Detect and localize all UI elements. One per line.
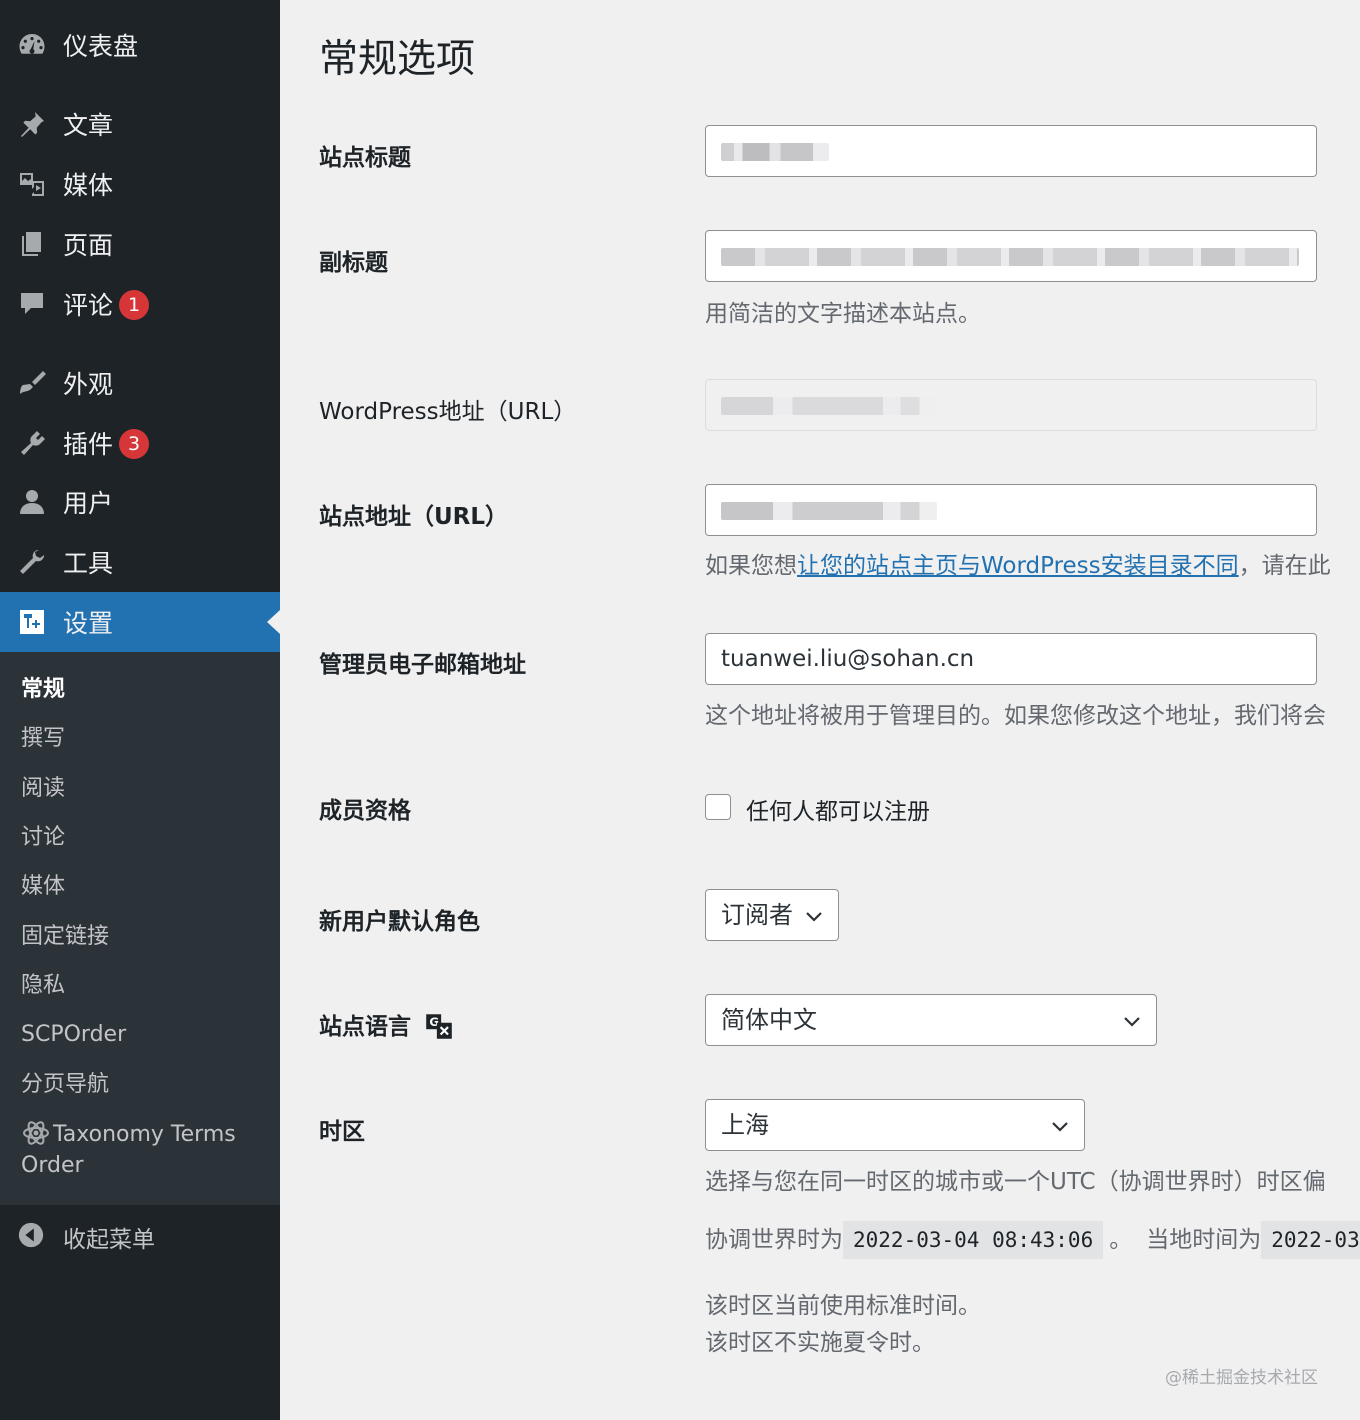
comment-count-badge: 1	[119, 290, 150, 320]
admin-email-description: 这个地址将被用于管理目的。如果您修改这个地址，我们将会	[705, 703, 1326, 729]
submenu-item-reading[interactable]: 阅读	[21, 773, 65, 805]
pin-icon	[16, 108, 48, 140]
menu-label: 仪表盘	[63, 32, 139, 61]
plugin-update-badge: 3	[119, 429, 150, 459]
timezone-select[interactable]: 上海	[705, 1099, 1085, 1151]
submenu-item-general[interactable]: 常规	[21, 674, 65, 706]
watermark: @稀土掘金技术社区	[1165, 1368, 1318, 1388]
wordpress-url-input	[705, 379, 1317, 431]
chevron-down-icon	[1124, 1017, 1140, 1027]
collapse-menu-label: 收起菜单	[63, 1227, 155, 1253]
submenu-item-taxonomy-terms-order[interactable]: Taxonomy Terms Order	[21, 1118, 271, 1181]
membership-label: 成员资格	[319, 798, 411, 824]
timezone-label: 时区	[319, 1119, 365, 1145]
admin-email-label: 管理员电子邮箱地址	[319, 652, 526, 678]
tagline-description: 用简洁的文字描述本站点。	[705, 301, 981, 327]
submenu-item-pagenavi[interactable]: 分页导航	[21, 1069, 109, 1101]
menu-item-plugins[interactable]: 插件 3	[0, 413, 280, 473]
site-language-select[interactable]: 简体中文	[705, 994, 1157, 1046]
users-icon	[16, 486, 48, 518]
dashboard-icon	[16, 29, 48, 61]
redacted-value	[721, 247, 1299, 266]
menu-label: 页面	[63, 231, 114, 260]
menu-label: 文章	[63, 111, 114, 140]
admin-sidebar: 仪表盘 文章 媒体 页面 评论 1 外观 插件 3 用户 工具 设置 常规 撰写…	[0, 0, 280, 1420]
tagline-input[interactable]	[705, 230, 1317, 282]
menu-label: 插件 3	[63, 425, 150, 461]
menu-label: 评论 1	[63, 286, 150, 322]
menu-label: 设置	[63, 609, 114, 638]
default-role-select[interactable]: 订阅者	[705, 889, 839, 941]
menu-label: 工具	[63, 549, 114, 578]
site-url-label: 站点地址（URL）	[319, 504, 509, 530]
settings-icon	[16, 606, 48, 638]
menu-item-pages[interactable]: 页面	[0, 214, 280, 274]
submenu-item-writing[interactable]: 撰写	[21, 723, 65, 755]
site-url-help-link[interactable]: 让您的站点主页与WordPress安装目录不同	[797, 553, 1239, 579]
menu-item-media[interactable]: 媒体	[0, 154, 280, 214]
menu-item-dashboard[interactable]: 仪表盘	[0, 15, 280, 75]
chevron-down-icon	[1052, 1122, 1068, 1132]
timezone-clock-row: 协调世界时为 2022-03-04 08:43:06。当地时间为 2022-03	[705, 1220, 1360, 1259]
submenu-item-permalinks[interactable]: 固定链接	[21, 921, 109, 953]
timezone-description: 选择与您在同一时区的城市或一个UTC（协调世界时）时区偏	[705, 1169, 1326, 1195]
anyone-can-register-checkbox[interactable]	[705, 794, 731, 820]
utc-time: 2022-03-04 08:43:06	[843, 1221, 1104, 1259]
menu-item-appearance[interactable]: 外观	[0, 353, 280, 413]
local-time: 2022-03	[1261, 1221, 1360, 1259]
standard-time-note: 该时区当前使用标准时间。	[705, 1293, 981, 1319]
site-url-input[interactable]	[705, 484, 1317, 536]
tagline-label: 副标题	[319, 250, 388, 276]
translation-icon: G	[426, 1014, 452, 1039]
appearance-icon	[16, 367, 48, 399]
wordpress-url-label: WordPress地址（URL）	[319, 399, 577, 425]
redacted-value	[721, 501, 937, 520]
site-url-description: 如果您想让您的站点主页与WordPress安装目录不同，请在此	[705, 553, 1331, 579]
menu-item-tools[interactable]: 工具	[0, 532, 280, 592]
redacted-value	[721, 142, 829, 161]
site-title-input[interactable]	[705, 125, 1317, 177]
page-icon	[16, 228, 48, 260]
menu-label: 媒体	[63, 171, 114, 200]
admin-email-input[interactable]: tuanwei.liu@sohan.cn	[705, 633, 1317, 685]
submenu-item-scporder[interactable]: SCPOrder	[21, 1019, 126, 1051]
site-language-label: 站点语言 G	[319, 1007, 455, 1042]
menu-item-users[interactable]: 用户	[0, 472, 280, 532]
chevron-down-icon	[806, 912, 822, 922]
page-title: 常规选项	[319, 37, 476, 82]
menu-label: 用户	[63, 489, 114, 518]
menu-item-posts[interactable]: 文章	[0, 94, 280, 154]
atom-icon	[23, 1121, 49, 1145]
anyone-can-register-label[interactable]: 任何人都可以注册	[746, 792, 930, 826]
collapse-menu-button[interactable]: 收起菜单	[0, 1210, 280, 1260]
dst-note: 该时区不实施夏令时。	[705, 1330, 935, 1356]
comment-icon	[16, 288, 48, 320]
menu-item-comments[interactable]: 评论 1	[0, 274, 280, 334]
tools-icon	[16, 546, 48, 578]
plugin-icon	[16, 427, 48, 459]
submenu-item-discussion[interactable]: 讨论	[21, 822, 65, 854]
media-icon	[16, 168, 48, 200]
submenu-item-media[interactable]: 媒体	[21, 871, 65, 903]
menu-label: 外观	[63, 370, 114, 399]
menu-item-settings[interactable]: 设置	[0, 592, 280, 652]
site-title-label: 站点标题	[319, 145, 411, 171]
default-role-label: 新用户默认角色	[319, 909, 480, 935]
submenu-item-privacy[interactable]: 隐私	[21, 970, 65, 1002]
collapse-arrow-icon	[17, 1221, 45, 1255]
redacted-value	[721, 396, 937, 415]
